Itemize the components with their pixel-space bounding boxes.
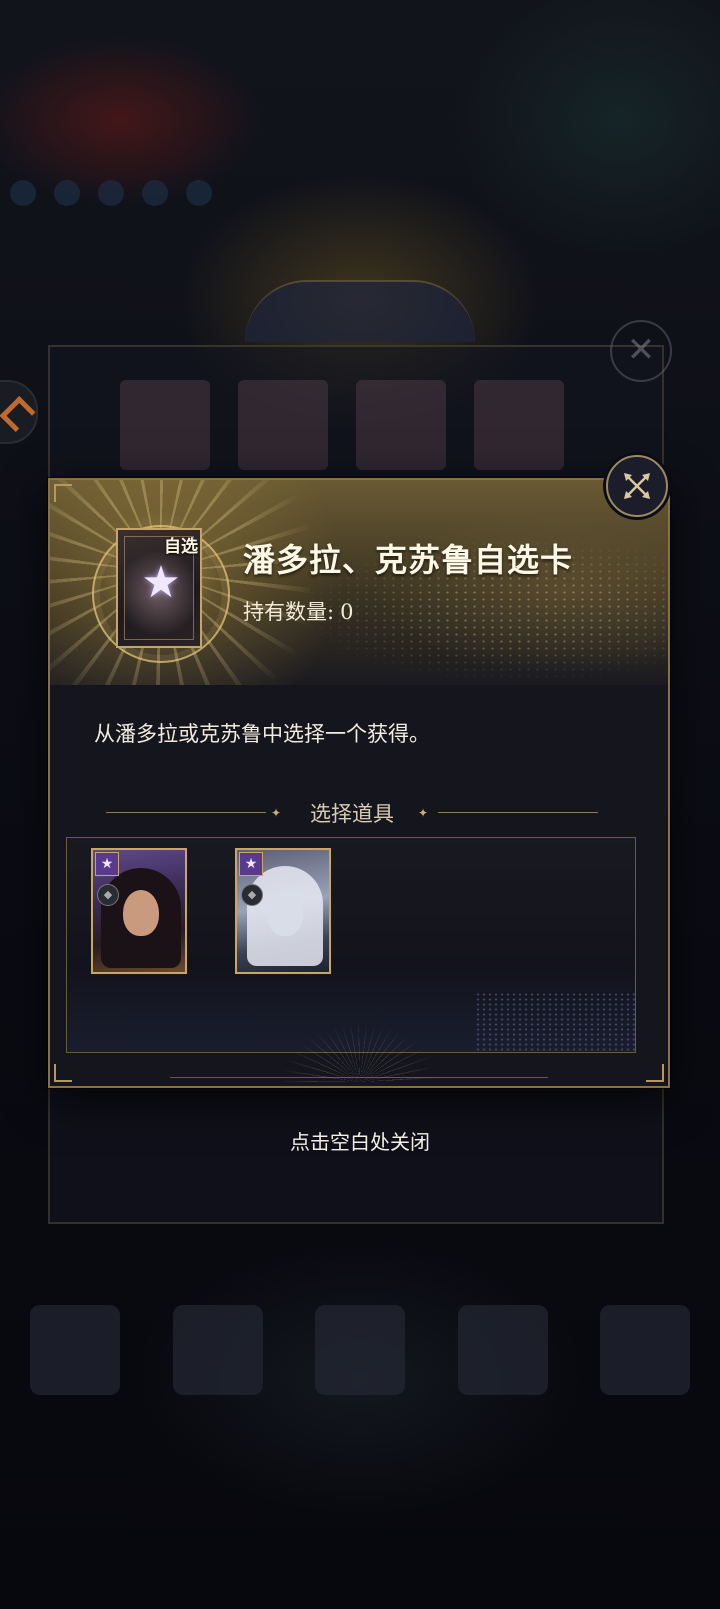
background-emblem <box>245 280 475 342</box>
choice-card-pandora[interactable]: ★ ◆ <box>91 848 187 974</box>
dialog-header: ★ 自选 潘多拉、克苏鲁自选卡 持有数量: 0 <box>50 480 668 685</box>
selectable-tag: 自选 <box>164 537 198 557</box>
item-detail-dialog: ★ 自选 潘多拉、克苏鲁自选卡 持有数量: 0 从潘多拉或克苏鲁中选择一个获得。 … <box>48 478 670 1088</box>
element-icon: ◆ <box>241 884 263 906</box>
background-decoration <box>10 180 212 206</box>
background-cards <box>120 380 564 470</box>
tap-to-close-hint: 点击空白处关闭 <box>290 1130 430 1154</box>
corner-ornament <box>646 1064 664 1082</box>
owned-count: 持有数量: 0 <box>243 596 353 626</box>
background-bottom-bar <box>30 1305 690 1395</box>
select-items-header: ✦ 选择道具 ✦ <box>106 798 598 828</box>
corner-ornament <box>54 484 72 502</box>
item-description: 从潘多拉或克苏鲁中选择一个获得。 <box>94 722 430 746</box>
star-badge-icon: ★ <box>95 852 119 876</box>
bottom-rays-decoration <box>280 1022 440 1082</box>
item-card-icon: ★ 自选 <box>116 528 202 648</box>
star-icon: ★ <box>141 557 181 608</box>
item-title: 潘多拉、克苏鲁自选卡 <box>243 541 574 579</box>
owned-label: 持有数量: <box>243 600 335 624</box>
diamond-icon: ✦ <box>418 806 429 820</box>
background-side-icon <box>0 380 38 444</box>
section-title: 选择道具 <box>310 802 394 826</box>
owned-value: 0 <box>340 600 354 624</box>
background-close-icon: ✕ <box>610 320 672 382</box>
close-icon <box>624 473 650 499</box>
choice-card-cthulhu[interactable]: ★ ◆ <box>235 848 331 974</box>
star-badge-icon: ★ <box>239 852 263 876</box>
choice-list: ★ ◆ ★ ◆ <box>66 837 636 1053</box>
close-button[interactable] <box>606 455 668 517</box>
element-icon: ◆ <box>97 884 119 906</box>
corner-ornament <box>54 1064 72 1082</box>
